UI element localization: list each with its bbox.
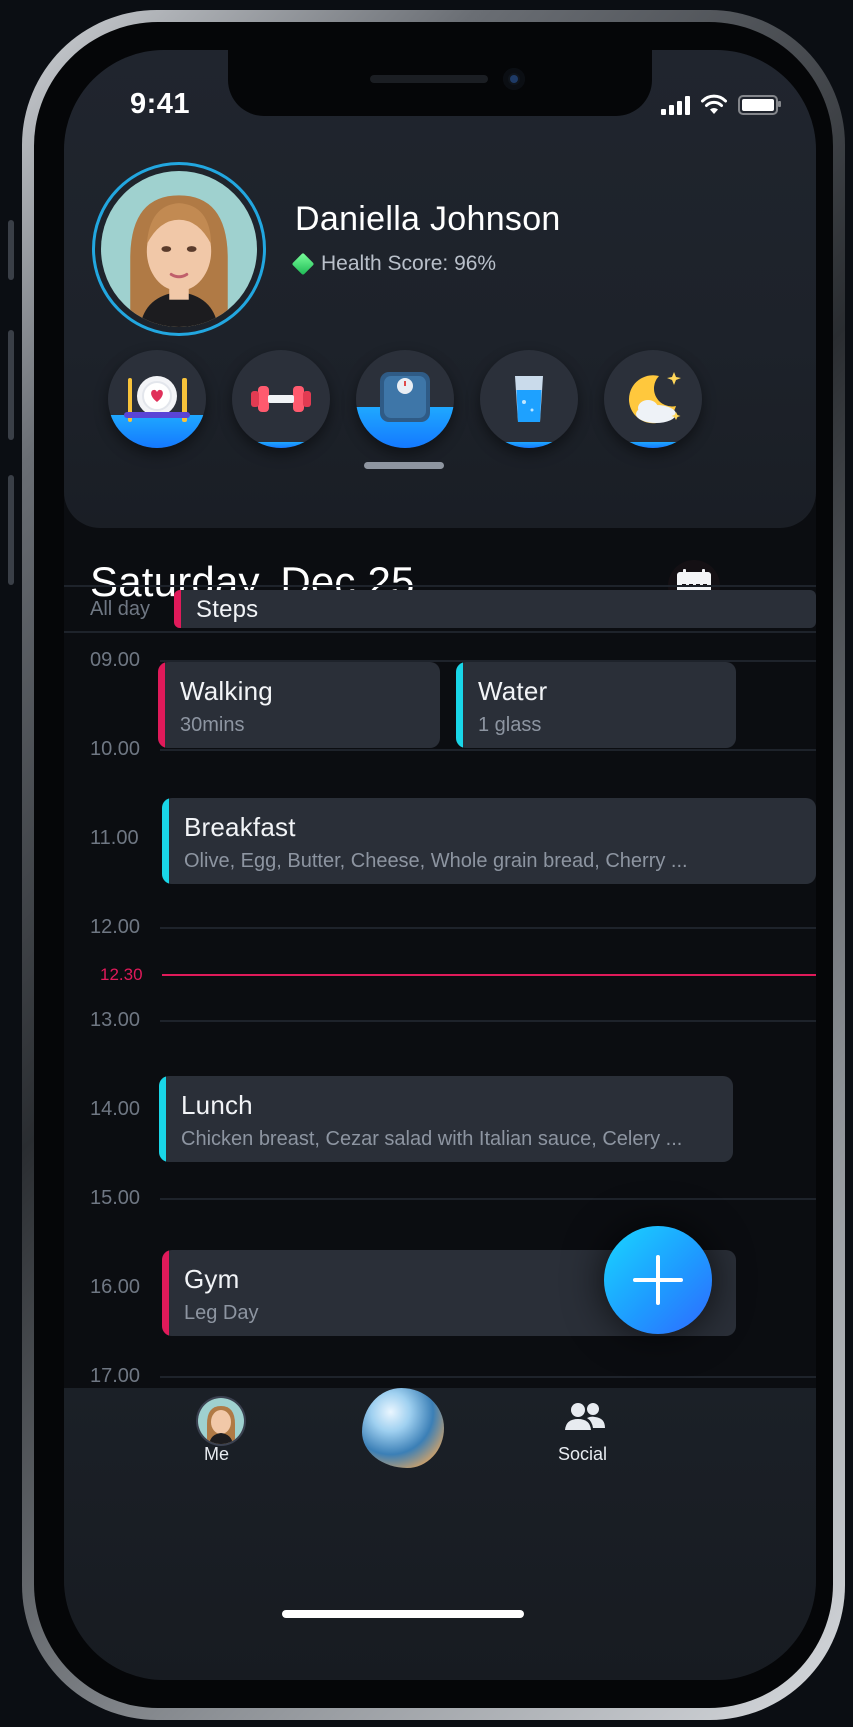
meal-icon: [124, 376, 190, 422]
sleep-moon-icon: [628, 372, 681, 424]
event-lunch[interactable]: Lunch Chicken breast, Cezar salad with I…: [159, 1076, 733, 1162]
home-indicator[interactable]: [282, 1610, 524, 1618]
event-color-bar: [162, 798, 169, 884]
all-day-row: All day Steps: [64, 585, 816, 633]
time-label: 17.00: [90, 1365, 141, 1387]
assistant-orb-button[interactable]: [362, 1388, 444, 1468]
avatar-photo: [101, 171, 257, 327]
event-title: Walking: [180, 676, 273, 706]
time-label: 12.00: [90, 916, 141, 938]
scale-icon: [380, 372, 430, 422]
hour-line: [160, 1020, 816, 1022]
event-color-bar: [159, 1076, 166, 1162]
category-meal[interactable]: [108, 350, 206, 448]
event-water[interactable]: Water 1 glass: [456, 662, 736, 748]
category-water[interactable]: [480, 350, 578, 448]
tab-social-label[interactable]: Social: [558, 1444, 607, 1465]
category-workout[interactable]: [232, 350, 330, 448]
event-subtitle: 30mins: [180, 714, 245, 736]
phone-notch: [228, 50, 652, 116]
event-walking[interactable]: Walking 30mins: [158, 662, 440, 748]
time-label: 13.00: [90, 1009, 141, 1031]
category-sleep[interactable]: [604, 350, 702, 448]
status-icons: [661, 94, 781, 116]
event-title: Lunch: [181, 1090, 253, 1120]
event-color-bar: [158, 662, 165, 748]
hour-line: [160, 1376, 816, 1378]
hour-line: [160, 1198, 816, 1200]
front-camera: [503, 68, 525, 90]
event-subtitle: Leg Day: [184, 1302, 259, 1324]
add-event-button[interactable]: [604, 1226, 712, 1334]
time-label: 16.00: [90, 1276, 141, 1298]
time-label: 09.00: [90, 649, 141, 671]
drag-handle[interactable]: [364, 462, 444, 469]
event-title: Breakfast: [184, 812, 296, 842]
time-label: 14.00: [90, 1098, 141, 1120]
battery-icon: [738, 95, 781, 115]
hour-line: [160, 749, 816, 751]
phone-side-button: [8, 475, 14, 585]
event-subtitle: Olive, Egg, Butter, Cheese, Whole grain …: [184, 850, 688, 872]
hour-line: [160, 927, 816, 929]
now-time-label: 12.30: [100, 965, 143, 984]
category-row: [108, 350, 768, 450]
health-score-text: Health Score: 96%: [321, 252, 497, 275]
event-title: Steps: [196, 596, 259, 623]
event-title: Water: [478, 676, 548, 706]
speaker-grille: [370, 75, 488, 83]
event-steps[interactable]: Steps: [174, 590, 816, 628]
phone-side-button: [8, 330, 14, 440]
time-label: 11.00: [90, 827, 139, 849]
all-day-label: All day: [90, 598, 151, 620]
tab-bar: Me Social: [64, 1388, 816, 1680]
event-subtitle: 1 glass: [478, 714, 542, 736]
phone-side-button: [8, 220, 14, 280]
social-icon[interactable]: [562, 1400, 608, 1436]
time-label: 10.00: [90, 738, 141, 760]
profile-avatar[interactable]: [92, 162, 266, 336]
user-name: Daniella Johnson: [295, 200, 561, 238]
event-title: Gym: [184, 1264, 240, 1294]
wifi-icon: [701, 94, 727, 114]
app-screen: 9:41 Daniella Johnson Health Score: 96% …: [64, 50, 816, 1680]
event-breakfast[interactable]: Breakfast Olive, Egg, Butter, Cheese, Wh…: [162, 798, 816, 884]
water-glass-icon: [515, 376, 543, 422]
diamond-icon: [291, 252, 315, 276]
tab-me-label[interactable]: Me: [204, 1444, 229, 1465]
event-color-bar: [162, 1250, 169, 1336]
category-weight[interactable]: [356, 350, 454, 448]
event-subtitle: Chicken breast, Cezar salad with Italian…: [181, 1128, 683, 1150]
event-color-bar: [174, 590, 181, 628]
event-color-bar: [456, 662, 463, 748]
health-score: Health Score: 96%: [291, 252, 497, 276]
cellular-signal-icon: [661, 95, 690, 115]
dumbbell-icon: [251, 386, 311, 412]
tab-me-avatar[interactable]: [196, 1396, 246, 1446]
time-label: 15.00: [90, 1187, 141, 1209]
current-time-line: [162, 974, 816, 976]
status-time: 9:41: [130, 88, 191, 120]
